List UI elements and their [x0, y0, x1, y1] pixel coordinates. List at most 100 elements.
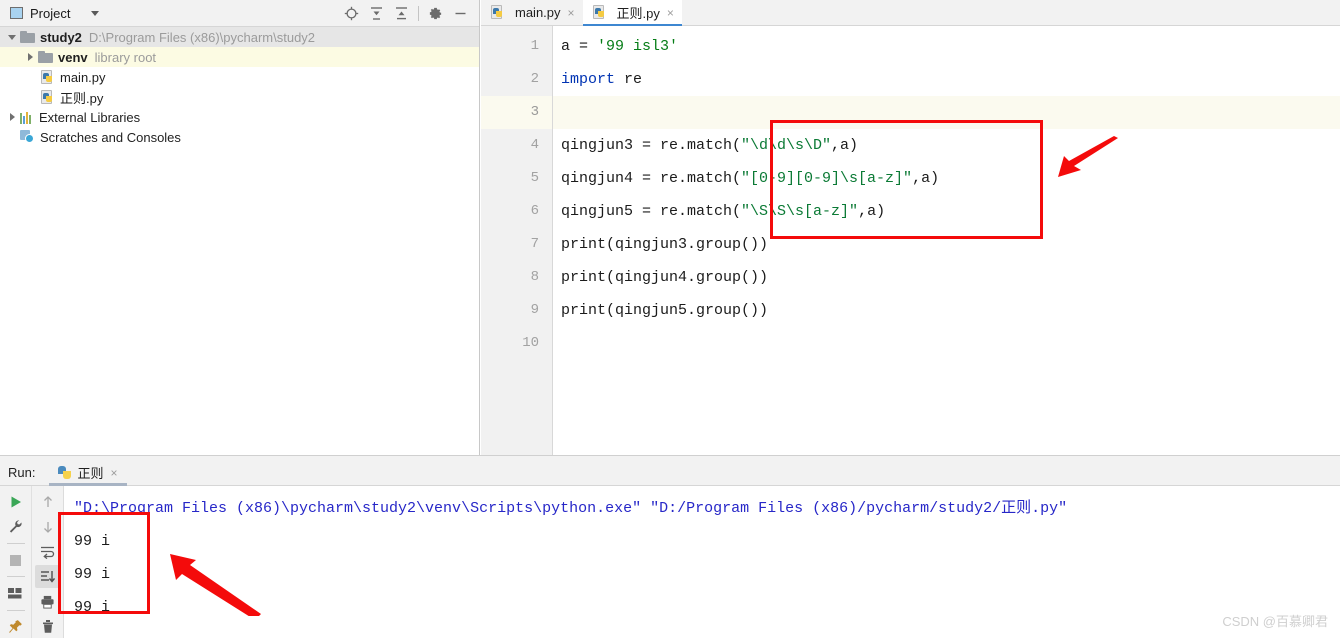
code-span: re — [615, 71, 643, 88]
close-icon[interactable]: × — [568, 6, 575, 20]
code-line-current[interactable] — [553, 96, 1340, 129]
tree-node-main-py[interactable]: main.py — [0, 67, 479, 87]
stop-icon[interactable] — [3, 549, 29, 571]
code-span: a = — [561, 38, 598, 55]
run-second-toolbar — [32, 486, 64, 638]
code-span-regex: "\S\S\s[a-z]" — [741, 203, 859, 220]
layout-icon[interactable] — [3, 582, 29, 604]
tab-label: 正则.py — [616, 6, 660, 21]
python-file-icon — [592, 5, 607, 20]
arrow-up-icon[interactable] — [35, 491, 61, 514]
tree-node-label: 正则.py — [60, 90, 104, 106]
line-number: 1 — [530, 38, 539, 54]
watermark-text: CSDN @百慕卿君 — [1222, 614, 1328, 629]
line-number: 5 — [530, 170, 539, 186]
code-lines[interactable]: a = '99 isl3' import re qingjun3 = re.ma… — [553, 26, 1340, 455]
code-line: print(qingjun5.group()) — [553, 294, 1340, 327]
tab-main-py[interactable]: main.py × — [481, 0, 583, 25]
run-panel-body: "D:\Program Files (x86)\pycharm\study2\v… — [0, 486, 1340, 638]
tree-node-external-libraries[interactable]: External Libraries — [0, 107, 479, 127]
tab-zhengze-py[interactable]: 正则.py × — [582, 0, 683, 26]
python-file-icon — [490, 5, 505, 20]
python-file-icon — [40, 89, 55, 105]
chevron-right-icon[interactable] — [4, 113, 20, 121]
tree-node-venv[interactable]: venv library root — [0, 47, 479, 67]
console-line-output: 99 i — [74, 566, 111, 583]
close-icon[interactable]: × — [667, 6, 674, 20]
wrench-rerun-icon[interactable] — [3, 515, 29, 537]
chevron-down-icon[interactable] — [91, 10, 100, 16]
arrow-down-icon[interactable] — [35, 516, 61, 539]
settings-gear-icon[interactable] — [423, 1, 448, 26]
project-tree: study2 D:\Program Files (x86)\pycharm\st… — [0, 27, 479, 147]
code-span-keyword: import — [561, 71, 616, 88]
run-panel-header: Run: 正则 × — [0, 460, 1340, 486]
run-tool-window: Run: 正则 × "D:\Program Files (x86)\pychar… — [0, 460, 1340, 638]
project-panel-title: Project — [30, 5, 71, 21]
toolbar-divider — [6, 576, 25, 578]
code-line: import re — [553, 63, 1340, 96]
run-label: Run: — [8, 465, 36, 480]
project-window-icon — [10, 7, 23, 19]
tree-node-label: Scratches and Consoles — [40, 129, 181, 145]
line-number: 10 — [522, 335, 539, 351]
chevron-down-icon[interactable] — [4, 34, 20, 40]
line-number: 9 — [530, 302, 539, 318]
tree-node-label: External Libraries — [39, 109, 141, 125]
close-icon[interactable]: × — [110, 466, 117, 480]
tree-node-zhengze-py[interactable]: 正则.py — [0, 87, 479, 107]
code-span: print(qingjun3.group()) — [561, 236, 769, 253]
line-number: 2 — [530, 71, 539, 87]
code-line: print(qingjun3.group()) — [553, 228, 1340, 261]
libraries-icon — [20, 111, 34, 124]
code-span: qingjun5 = re.match( — [561, 203, 742, 220]
code-span: ,a) — [831, 137, 859, 154]
run-config-tab[interactable]: 正则 × — [49, 460, 127, 486]
trash-icon[interactable] — [35, 615, 61, 638]
code-span: print(qingjun4.group()) — [561, 269, 769, 286]
editor-tab-bar: main.py × 正则.py × — [481, 0, 1340, 26]
tree-node-study2[interactable]: study2 D:\Program Files (x86)\pycharm\st… — [0, 27, 479, 47]
line-number: 6 — [530, 203, 539, 219]
code-span: qingjun4 = re.match( — [561, 170, 742, 187]
print-icon[interactable] — [35, 590, 61, 613]
code-span: print(qingjun5.group()) — [561, 302, 769, 319]
tab-label: main.py — [515, 5, 561, 20]
hide-panel-icon[interactable] — [448, 1, 473, 26]
soft-wrap-icon[interactable] — [35, 541, 61, 564]
project-tool-window: Project study2 D:\Program Files (x86)\py… — [0, 0, 480, 455]
run-tab-label: 正则 — [77, 466, 104, 481]
tree-node-scratches[interactable]: Scratches and Consoles — [0, 127, 479, 147]
scroll-to-end-icon[interactable] — [34, 565, 61, 589]
code-span-string: '99 isl3' — [597, 38, 679, 55]
pycharm-window: Project study2 D:\Program Files (x86)\py… — [0, 0, 1340, 638]
run-console-output[interactable]: "D:\Program Files (x86)\pycharm\study2\v… — [64, 486, 1340, 638]
project-panel-header: Project — [0, 0, 479, 27]
tree-node-detail: library root — [94, 49, 157, 65]
tree-node-detail: D:\Program Files (x86)\pycharm\study2 — [88, 29, 316, 45]
code-line: qingjun3 = re.match("\d\d\s\D",a) — [553, 129, 1340, 162]
line-number: 7 — [530, 236, 539, 252]
code-span-regex: "\d\d\s\D" — [741, 137, 832, 154]
project-title-group[interactable]: Project — [0, 5, 100, 21]
code-line: a = '99 isl3' — [553, 30, 1340, 63]
run-left-toolbar — [0, 486, 32, 638]
run-icon[interactable] — [3, 491, 29, 513]
python-icon — [58, 465, 72, 480]
expand-all-icon[interactable] — [364, 1, 389, 26]
pin-icon[interactable] — [3, 615, 29, 637]
project-toolbar — [339, 0, 473, 27]
toolbar-divider — [418, 6, 419, 21]
locate-icon[interactable] — [339, 1, 364, 26]
toolbar-divider — [6, 609, 25, 611]
console-line-command: "D:\Program Files (x86)\pycharm\study2\v… — [74, 500, 1068, 517]
collapse-all-icon[interactable] — [389, 1, 414, 26]
line-number: 3 — [481, 96, 552, 129]
tree-node-label: main.py — [60, 69, 106, 85]
folder-icon — [38, 51, 53, 63]
chevron-right-icon[interactable] — [22, 53, 38, 61]
code-editor[interactable]: 1 2 3 4 5 6 7 8 9 10 a = '99 isl3' impor… — [481, 26, 1340, 455]
console-line-output: 99 i — [74, 533, 111, 550]
toolbar-divider — [6, 542, 25, 544]
